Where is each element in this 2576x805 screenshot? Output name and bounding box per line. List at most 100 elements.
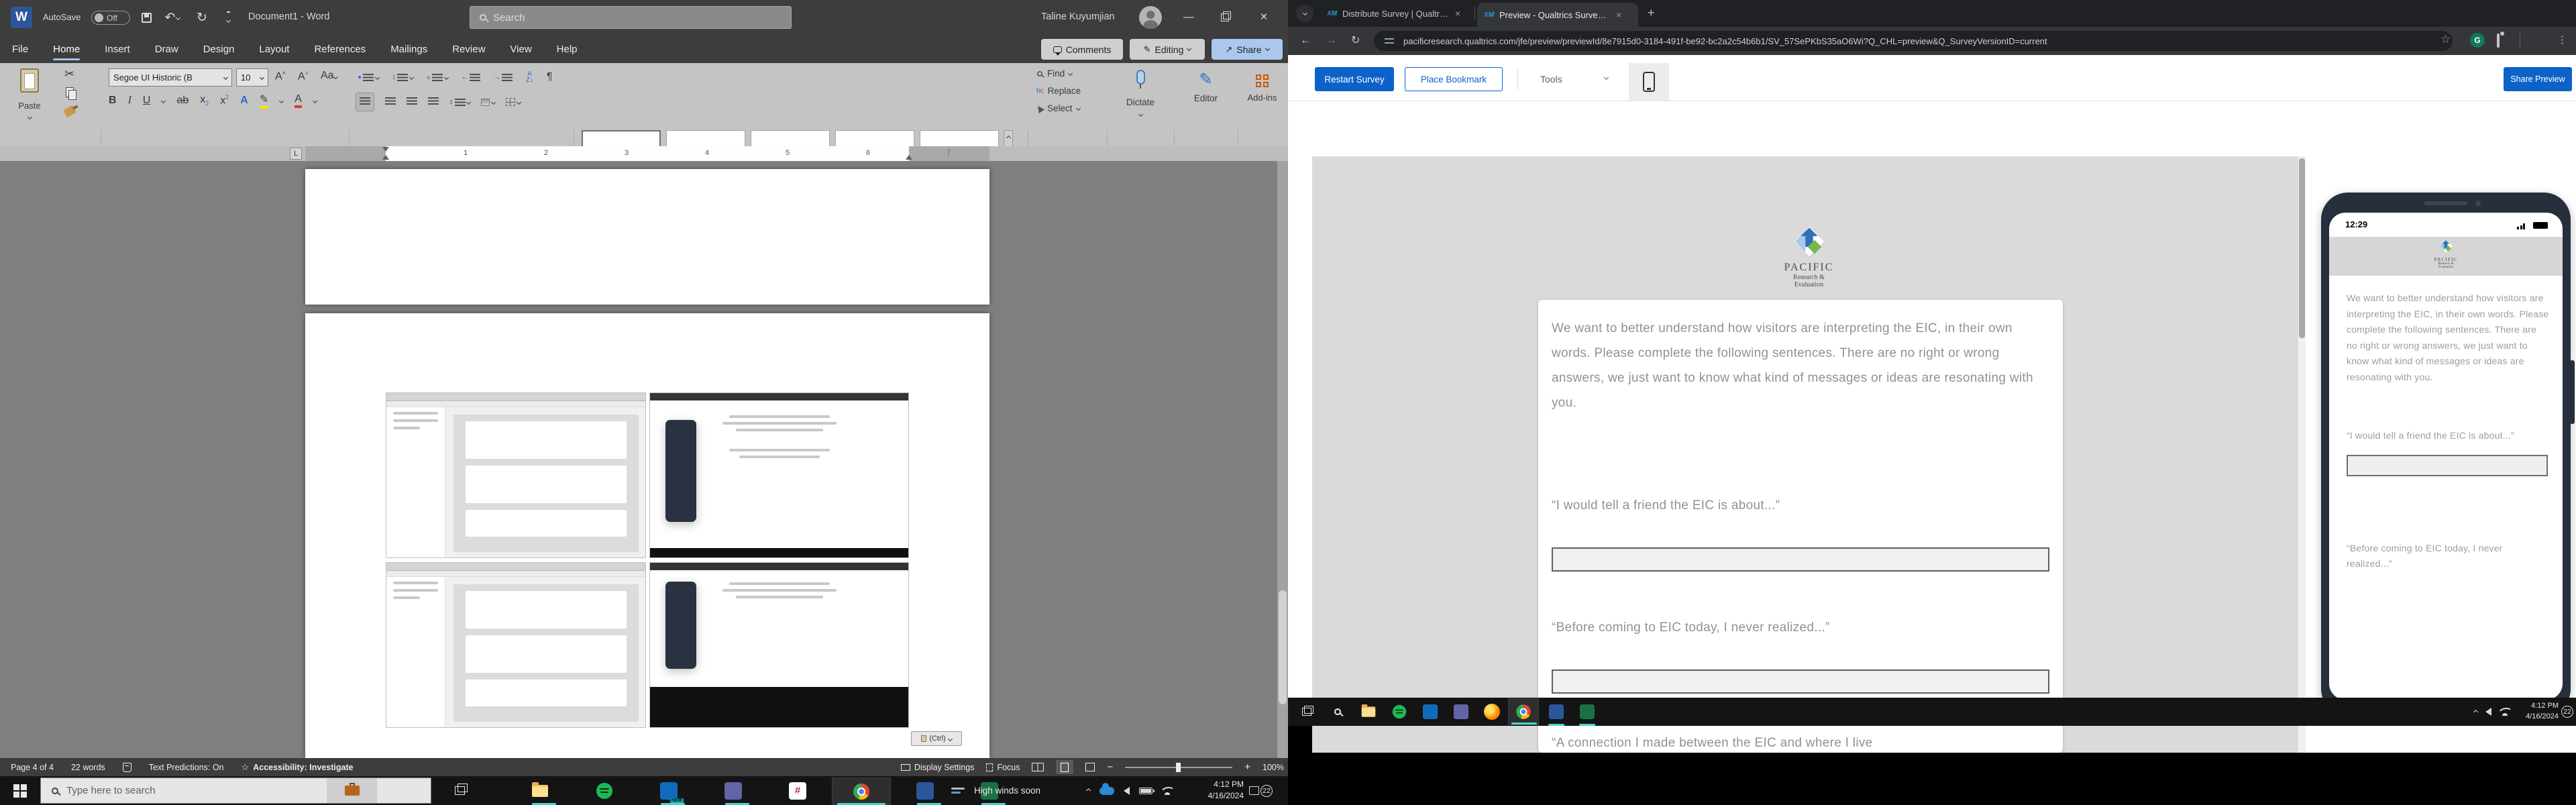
- editing-mode-button[interactable]: ✎ Editing: [1130, 39, 1205, 60]
- browser-menu-icon[interactable]: ⋮: [2557, 34, 2567, 46]
- undo-icon[interactable]: ↶: [161, 0, 184, 35]
- borders-icon[interactable]: [505, 98, 521, 106]
- embedded-screenshot-editor-1[interactable]: [386, 392, 646, 558]
- display-settings-button[interactable]: Display Settings: [900, 763, 974, 772]
- increase-indent-icon[interactable]: →: [494, 73, 513, 81]
- weather-widget[interactable]: High winds soon: [951, 776, 1040, 805]
- bold-icon[interactable]: B: [109, 95, 117, 107]
- scrollbar-thumb[interactable]: [1279, 590, 1287, 704]
- tray-expand-icon[interactable]: [2473, 709, 2479, 714]
- highlight-color-icon[interactable]: ✎: [259, 93, 269, 109]
- search-highlight-icon[interactable]: [327, 778, 377, 803]
- tab-selector[interactable]: L: [290, 148, 302, 160]
- word-count[interactable]: 22 words: [71, 763, 105, 772]
- word-search-input[interactable]: Search: [470, 6, 792, 29]
- network-icon[interactable]: [2500, 708, 2510, 716]
- browser-tab-2-active[interactable]: XM Preview - Qualtrics Survey | Qu ×: [1477, 3, 1638, 27]
- taskbar-firefox[interactable]: [1477, 698, 1507, 726]
- print-layout-icon[interactable]: [1056, 760, 1074, 774]
- tab-layout[interactable]: Layout: [258, 35, 290, 63]
- preview-scrollbar[interactable]: [2298, 156, 2306, 753]
- font-name-select[interactable]: Segoe UI Historic (B: [109, 68, 232, 87]
- right-indent-marker[interactable]: [906, 155, 912, 160]
- underline-icon[interactable]: U: [143, 95, 151, 107]
- read-mode-icon[interactable]: [1032, 763, 1044, 771]
- tab-help[interactable]: Help: [555, 35, 579, 63]
- comments-button[interactable]: Comments: [1041, 39, 1123, 60]
- superscript-icon[interactable]: x2: [220, 94, 229, 107]
- dictate-button[interactable]: Dictate: [1107, 70, 1174, 119]
- taskbar-slack[interactable]: #: [782, 776, 814, 805]
- taskbar-file-explorer[interactable]: [1354, 698, 1383, 726]
- font-color-icon[interactable]: A: [294, 93, 302, 108]
- find-button[interactable]: Find: [1036, 68, 1081, 78]
- underline-options[interactable]: [161, 98, 166, 103]
- text-predictions[interactable]: Text Predictions: On: [149, 763, 224, 772]
- document-canvas[interactable]: (Ctrl): [0, 161, 1288, 758]
- redo-icon[interactable]: ↻: [192, 0, 212, 35]
- format-painter-icon[interactable]: [63, 105, 78, 118]
- strikethrough-icon[interactable]: ab: [176, 95, 189, 107]
- focus-button[interactable]: Focus: [986, 763, 1020, 772]
- grow-font-icon[interactable]: A˄: [275, 70, 286, 83]
- volume-icon[interactable]: [1124, 786, 1130, 795]
- network-icon[interactable]: [1162, 787, 1173, 795]
- taskbar-chrome-active[interactable]: [1508, 698, 1539, 725]
- search-button[interactable]: [1323, 698, 1352, 726]
- taskbar-teams[interactable]: [717, 776, 749, 805]
- taskbar-spotify[interactable]: [588, 776, 621, 805]
- reload-icon[interactable]: ↻: [1351, 34, 1360, 47]
- embedded-screenshot-preview-1[interactable]: [649, 392, 909, 558]
- tab-file[interactable]: File: [11, 35, 30, 63]
- paste-options-button[interactable]: (Ctrl): [911, 731, 962, 746]
- scrollbar-thumb[interactable]: [2299, 158, 2305, 338]
- tab-design[interactable]: Design: [202, 35, 236, 63]
- close-button[interactable]: ×: [1246, 0, 1281, 35]
- mobile-question-1-input[interactable]: [2347, 454, 2548, 476]
- first-line-indent-marker[interactable]: [382, 147, 389, 152]
- taskbar-word[interactable]: [1542, 698, 1571, 726]
- page-indicator[interactable]: Page 4 of 4: [11, 763, 54, 772]
- restart-survey-button[interactable]: Restart Survey: [1315, 67, 1394, 91]
- question-1-input[interactable]: [1552, 547, 2049, 572]
- web-layout-icon[interactable]: [1085, 763, 1095, 771]
- subscript-icon[interactable]: x2: [200, 94, 209, 107]
- ruler[interactable]: L 1 2 3 4 5 6 7: [0, 146, 1288, 161]
- tab-close-icon[interactable]: ×: [1616, 9, 1621, 20]
- change-case-icon[interactable]: Aa: [321, 70, 338, 82]
- highlight-options[interactable]: [279, 98, 284, 103]
- align-center-icon[interactable]: [385, 96, 396, 108]
- sort-icon[interactable]: A Z↓: [526, 71, 533, 84]
- proofing-icon[interactable]: [122, 762, 131, 772]
- task-view-button[interactable]: [1292, 698, 1322, 726]
- start-button[interactable]: [0, 776, 40, 805]
- taskbar-teams[interactable]: [1446, 698, 1476, 726]
- align-left-icon[interactable]: [356, 93, 374, 111]
- tab-review[interactable]: Review: [451, 35, 486, 63]
- notification-count[interactable]: 22: [2561, 706, 2573, 718]
- bullets-icon[interactable]: [358, 73, 380, 81]
- taskbar-spotify[interactable]: [1385, 698, 1414, 726]
- taskbar-outlook[interactable]: [1415, 698, 1445, 726]
- clock[interactable]: 4:12 PM 4/16/2024: [2520, 700, 2559, 722]
- tab-mailings[interactable]: Mailings: [389, 35, 429, 63]
- document-page-3[interactable]: [305, 169, 989, 305]
- zoom-level[interactable]: 100%: [1263, 763, 1284, 772]
- embedded-screenshot-editor-2[interactable]: [386, 562, 646, 728]
- numbering-icon[interactable]: 1: [392, 73, 415, 81]
- word-app-icon[interactable]: W: [11, 7, 32, 28]
- task-view-button[interactable]: [445, 776, 474, 805]
- tools-menu[interactable]: Tools: [1540, 74, 1562, 85]
- volume-icon[interactable]: [2485, 708, 2491, 716]
- share-button[interactable]: ↗ Share: [1212, 39, 1283, 60]
- accessibility-status[interactable]: ☆ Accessibility: Investigate: [241, 762, 354, 773]
- line-spacing-icon[interactable]: ↕: [449, 98, 471, 106]
- tab-search-button[interactable]: [1296, 5, 1313, 22]
- taskbar-word[interactable]: [909, 776, 941, 805]
- new-tab-button[interactable]: +: [1648, 6, 1655, 20]
- tab-references[interactable]: References: [313, 35, 367, 63]
- taskbar-search-input[interactable]: Type here to search: [40, 777, 431, 804]
- share-preview-button[interactable]: Share Preview: [2504, 67, 2572, 91]
- show-formatting-icon[interactable]: ¶: [547, 71, 553, 83]
- taskbar-file-explorer[interactable]: [524, 776, 556, 805]
